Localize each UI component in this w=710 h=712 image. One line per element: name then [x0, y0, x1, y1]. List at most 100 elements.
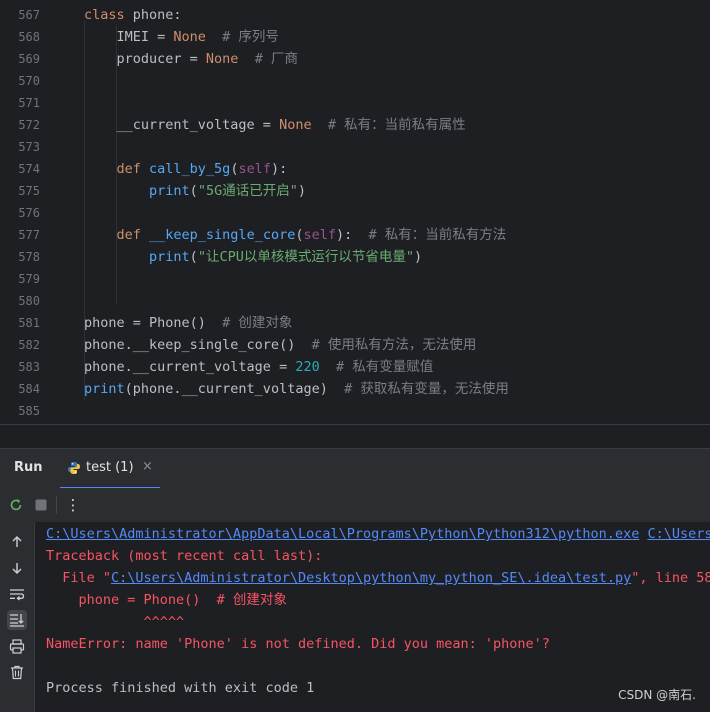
soft-wrap-button[interactable] [7, 584, 27, 604]
console-line: phone = Phone() # 创建对象 [46, 589, 287, 611]
console-text: NameError: name 'Phone' is not defined. … [46, 636, 550, 652]
code-line[interactable]: 577 def __keep_single_core(self): # 私有：当… [0, 224, 710, 246]
code-text: phone = Phone() # 创建对象 [84, 312, 292, 334]
line-number: 572 [18, 118, 40, 132]
more-button[interactable]: ⋮ [63, 495, 83, 515]
code-line[interactable]: 567 class phone: [0, 4, 710, 26]
code-token: ) [297, 183, 306, 199]
console-line: File "C:\Users\Administrator\Desktop\pyt… [46, 567, 710, 589]
code-token: ( [189, 183, 198, 199]
line-number: 581 [18, 316, 40, 330]
rerun-button[interactable] [6, 495, 26, 515]
console-text: ^^^^^ [46, 614, 185, 630]
code-token: None [279, 117, 312, 133]
code-token: producer = [84, 51, 206, 67]
line-number: 584 [18, 382, 40, 396]
soft-wrap-icon [10, 589, 25, 601]
line-number: 577 [18, 228, 40, 242]
code-line[interactable]: 569 producer = None # 厂商 [0, 48, 710, 70]
clear-all-button[interactable] [7, 662, 27, 682]
stop-button[interactable] [31, 495, 51, 515]
code-text: __current_voltage = None # 私有：当前私有属性 [84, 114, 466, 136]
run-toolbar: ⋮ [0, 488, 710, 523]
code-line[interactable]: 580 [0, 290, 710, 312]
line-number: 575 [18, 184, 40, 198]
line-number: 579 [18, 272, 40, 286]
print-button[interactable] [7, 636, 27, 656]
console-text: Traceback (most recent call last): [46, 548, 323, 564]
code-editor[interactable]: 567 class phone: 568 IMEI = None # 序列号 569 … [0, 0, 710, 424]
code-line[interactable]: 575 print("5G通话已开启") [0, 180, 710, 202]
code-token: (phone.__current_voltage) [124, 381, 328, 397]
code-text: class phone: [84, 4, 182, 26]
line-number: 570 [18, 74, 40, 88]
rerun-icon [10, 499, 22, 511]
code-token: "让CPU以单核模式运行以节省电量" [197, 249, 414, 265]
code-token: call_by_5g [149, 161, 231, 177]
file-path-link[interactable]: C:\Users\Administrator\AppData\Local\Pro… [46, 526, 639, 542]
code-token: None [173, 29, 206, 45]
console-line: C:\Users\Administrator\AppData\Local\Pro… [46, 523, 710, 545]
line-number: 578 [18, 250, 40, 264]
code-line[interactable]: 583 phone.__current_voltage = 220 # 私有变量赋… [0, 356, 710, 378]
trash-icon [11, 665, 23, 679]
console-sidebar [0, 522, 35, 712]
file-path-link[interactable]: C:\Users\ [647, 526, 710, 542]
console-line: Traceback (most recent call last): [46, 545, 322, 567]
console-line: NameError: name 'Phone' is not defined. … [46, 633, 550, 655]
line-number: 576 [18, 206, 40, 220]
code-token: self [303, 227, 336, 243]
close-icon[interactable]: × [142, 459, 153, 474]
code-token: __current_voltage = [84, 117, 280, 133]
code-token: ): [270, 161, 288, 177]
line-number: 580 [18, 294, 40, 308]
code-line[interactable]: 582 phone.__keep_single_core() # 使用私有方法，无… [0, 334, 710, 356]
run-tab-test[interactable]: test (1) × [60, 449, 160, 489]
code-line[interactable]: 573 [0, 136, 710, 158]
code-token: : [173, 7, 182, 23]
code-token: def [116, 227, 150, 243]
arrow-up-icon [12, 536, 22, 547]
code-token: def [116, 161, 150, 177]
console-output[interactable]: C:\Users\Administrator\AppData\Local\Pro… [35, 522, 710, 712]
code-token: class [84, 7, 133, 23]
scroll-to-end-button[interactable] [7, 610, 27, 630]
code-line[interactable]: 574 def call_by_5g(self): [0, 158, 710, 180]
code-token: phone [132, 7, 174, 23]
console-line: ^^^^^ [46, 611, 185, 633]
code-token: phone.__keep_single_core() [84, 337, 296, 353]
previous-occurrence-button[interactable] [7, 532, 27, 552]
code-token: # 私有：当前私有属性 [311, 117, 466, 133]
code-line[interactable]: 568 IMEI = None # 序列号 [0, 26, 710, 48]
code-line[interactable]: 571 [0, 92, 710, 114]
watermark: CSDN @南石. [618, 688, 696, 702]
code-line[interactable]: 585 [0, 400, 710, 422]
console-text: ", line 581 [631, 570, 710, 586]
code-token: __keep_single_core [149, 227, 296, 243]
line-number: 583 [18, 360, 40, 374]
toolbar-separator [56, 496, 57, 514]
code-line[interactable]: 584 print(phone.__current_voltage) # 获取私有… [0, 378, 710, 400]
more-icon: ⋮ [65, 496, 81, 514]
code-line[interactable]: 581 phone = Phone() # 创建对象 [0, 312, 710, 334]
code-token: # 私有：当前私有方法 [352, 227, 507, 243]
console-line: Process finished with exit code 1 [46, 677, 314, 699]
code-line[interactable]: 576 [0, 202, 710, 224]
code-line[interactable]: 572 __current_voltage = None # 私有：当前私有属性 [0, 114, 710, 136]
code-token: IMEI = [84, 29, 174, 45]
code-line[interactable]: 578 print("让CPU以单核模式运行以节省电量") [0, 246, 710, 268]
next-occurrence-button[interactable] [7, 558, 27, 578]
panel-divider[interactable] [0, 424, 710, 449]
code-text: phone.__current_voltage = 220 # 私有变量赋值 [84, 356, 433, 378]
code-token: None [205, 51, 239, 67]
code-line[interactable]: 570 [0, 70, 710, 92]
file-path-link[interactable]: C:\Users\Administrator\Desktop\python\my… [111, 570, 631, 586]
console-text: phone = Phone() # 创建对象 [46, 592, 287, 608]
code-line[interactable]: 579 [0, 268, 710, 290]
code-token: # 使用私有方法，无法使用 [295, 337, 477, 353]
console-text: File " [46, 570, 112, 586]
code-token: self [238, 161, 271, 177]
console-text: Process finished with exit code 1 [46, 680, 315, 696]
